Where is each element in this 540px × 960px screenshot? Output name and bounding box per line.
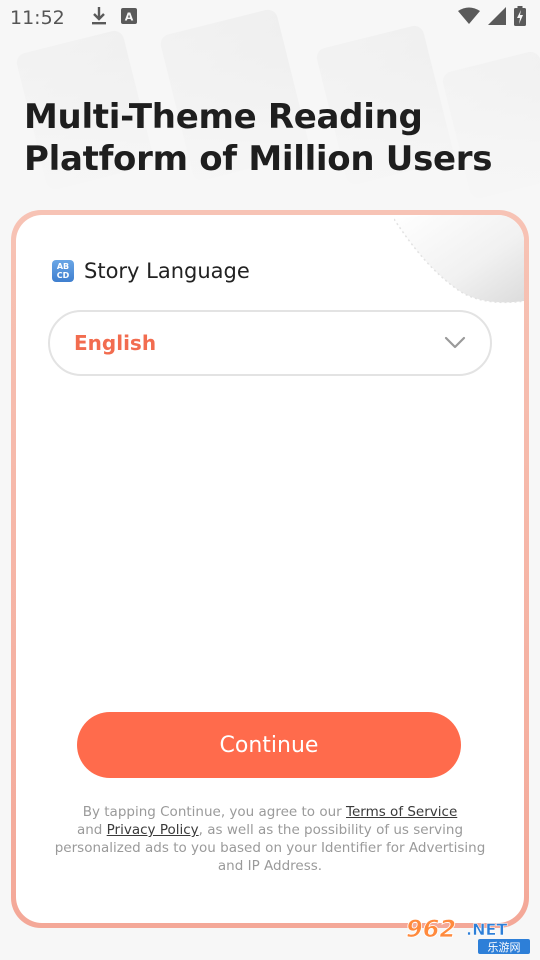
selected-language: English [74, 331, 157, 355]
page-curl-decoration [394, 215, 524, 304]
status-bar: 11:52 A [0, 0, 540, 36]
svg-text:962: 962 [406, 915, 456, 943]
legal-text-1: By tapping Continue, you agree to our [82, 804, 347, 820]
status-icons-right [458, 5, 526, 31]
wifi-icon [458, 7, 480, 30]
battery-charging-icon [514, 5, 526, 31]
signal-icon [488, 6, 506, 30]
legal-text-2: and [76, 822, 107, 838]
language-card-frame: AB CD Story Language English Continue By… [11, 210, 529, 928]
status-time: 11:52 [10, 7, 65, 29]
status-icons-left: A [91, 6, 137, 31]
svg-text:乐游网: 乐游网 [488, 941, 521, 954]
language-dropdown[interactable]: English [48, 310, 492, 376]
download-icon [91, 6, 107, 31]
chevron-down-icon [444, 336, 466, 350]
watermark-logo: 962 .NET 乐游网 [402, 913, 532, 955]
abcd-input-icon: AB CD [52, 260, 74, 282]
headline: Multi-Theme Reading Platform of Million … [24, 96, 504, 180]
story-language-title: Story Language [84, 259, 250, 283]
headline-line-1: Multi-Theme Reading [24, 97, 423, 137]
story-language-header: AB CD Story Language [52, 259, 250, 283]
headline-line-2: Platform of Million Users [24, 139, 493, 179]
terms-of-service-link[interactable]: Terms of Service [346, 804, 457, 820]
privacy-policy-link[interactable]: Privacy Policy [107, 822, 199, 838]
language-card: AB CD Story Language English Continue By… [16, 215, 524, 923]
svg-text:A: A [125, 11, 134, 24]
translate-a-icon: A [120, 7, 137, 29]
svg-text:.NET: .NET [466, 920, 507, 939]
continue-button[interactable]: Continue [77, 712, 461, 778]
legal-notice: By tapping Continue, you agree to our Te… [46, 803, 494, 875]
